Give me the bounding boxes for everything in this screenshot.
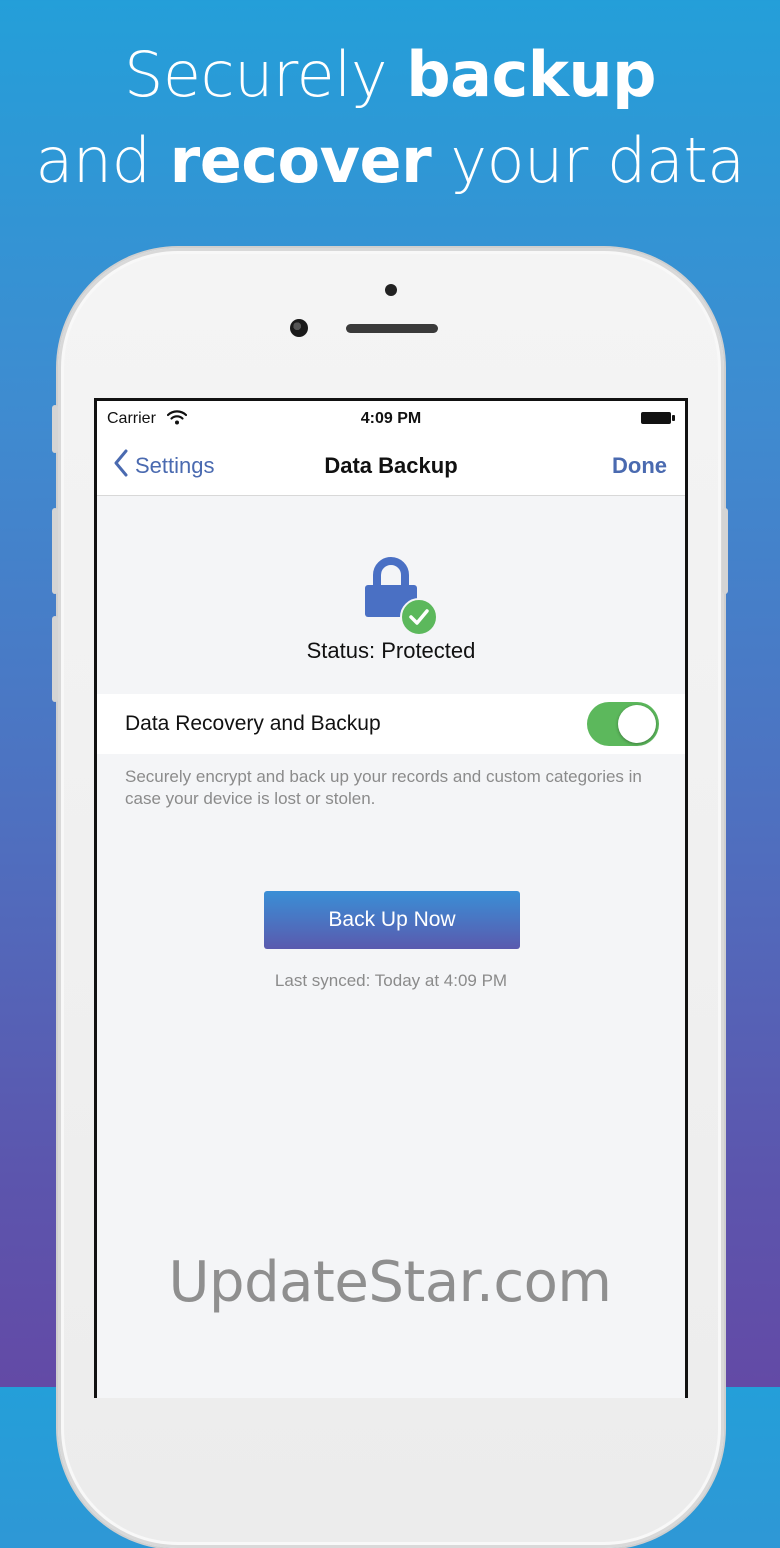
phone-screen: Carrier 4:09 PM Settings Data Backup Don… [94,398,688,1398]
done-button[interactable]: Done [612,453,667,479]
battery-icon [641,412,675,424]
protection-status: Status: Protected [306,638,476,663]
last-synced-text: Last synced: Today at 4:09 PM [274,971,508,990]
proximity-sensor [385,284,397,296]
check-icon [400,598,438,636]
clock: 4:09 PM [360,410,422,427]
nav-title: Data Backup [324,453,458,478]
earpiece-speaker [346,324,438,333]
watermark: UpdateStar.com [168,1250,612,1315]
mute-switch [52,405,58,453]
front-camera [290,319,308,337]
data-recovery-label: Data Recovery and Backup [125,712,381,735]
data-recovery-toggle[interactable] [587,702,659,746]
headline-line-1: Securely backup [123,38,657,111]
headline-line-2: and recover your data [35,124,745,197]
toggle-knob [618,705,656,743]
navigation-bar: Settings Data Backup Done [97,437,685,496]
backup-description: Securely encrypt and back up your record… [125,767,642,808]
power-button [722,508,728,594]
status-bar: Carrier 4:09 PM [97,401,685,437]
volume-down-button [52,616,58,702]
back-up-now-button[interactable]: Back Up Now [264,891,520,949]
volume-up-button [52,508,58,594]
data-recovery-row: Data Recovery and Backup [97,694,685,754]
